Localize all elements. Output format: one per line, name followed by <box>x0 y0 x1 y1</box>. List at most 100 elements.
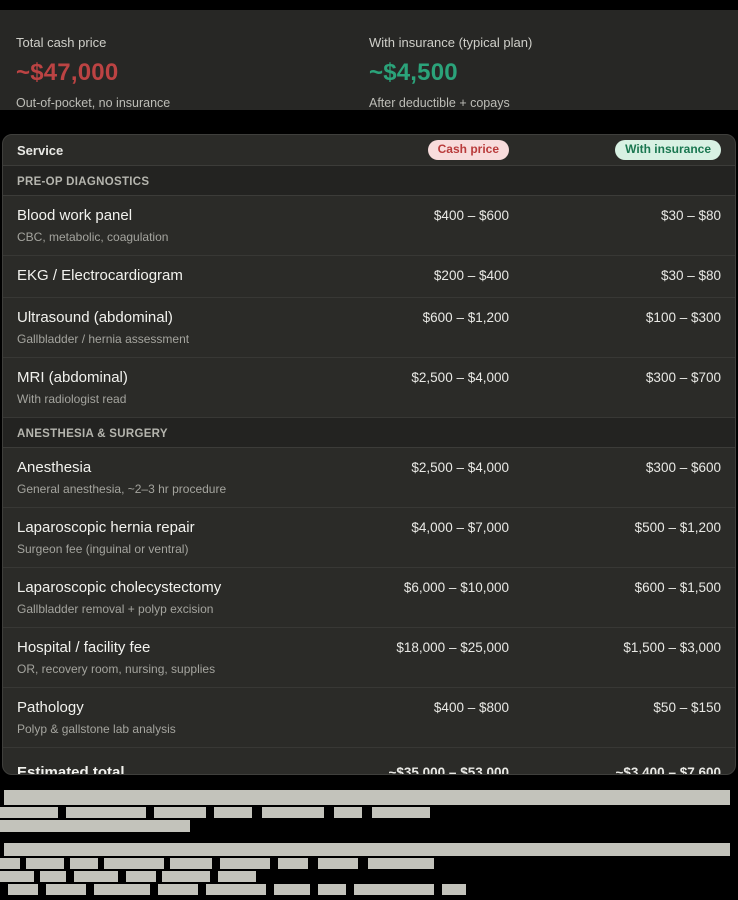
service-detail: Gallbladder removal + polyp excision <box>17 602 341 616</box>
obscured-text-fragment <box>262 807 324 818</box>
table-row: Blood work panel CBC, metabolic, coagulat… <box>3 196 735 256</box>
cash-summary: Total cash price ~$47,000 Out-of-pocket,… <box>16 35 369 110</box>
insurance-price-value: $600 – $1,500 <box>509 578 721 598</box>
insurance-price-value: $1,500 – $3,000 <box>509 638 721 658</box>
obscured-text-fragment <box>26 858 64 869</box>
insurance-summary-value: ~$4,500 <box>369 59 722 87</box>
service-cell: Laparoscopic cholecystectomy Gallbladder … <box>17 578 341 616</box>
cash-price-value: $4,000 – $7,000 <box>341 518 509 538</box>
insurance-summary-label: With insurance (typical plan) <box>369 35 722 50</box>
cash-price-value: $400 – $600 <box>341 206 509 226</box>
obscured-text-fragment <box>162 871 210 882</box>
service-cell: Laparoscopic hernia repair Surgeon fee (i… <box>17 518 341 556</box>
service-cell: Blood work panel CBC, metabolic, coagulat… <box>17 206 341 244</box>
obscured-text-fragment <box>0 807 58 818</box>
service-name: Laparoscopic hernia repair <box>17 518 341 538</box>
cash-price-value: ~$35,000 – $53,000 <box>341 763 509 775</box>
obscured-text-fragment <box>278 858 308 869</box>
obscured-text-fragment <box>154 807 206 818</box>
table-row: Laparoscopic hernia repair Surgeon fee (i… <box>3 508 735 568</box>
cash-price-value: $400 – $800 <box>341 698 509 718</box>
table-row: Anesthesia General anesthesia, ~2–3 hr pr… <box>3 448 735 508</box>
service-cell: MRI (abdominal)With radiologist read <box>17 368 341 406</box>
service-detail: OR, recovery room, nursing, supplies <box>17 662 341 676</box>
obscured-text-fragment <box>354 884 434 895</box>
cash-price-value: $600 – $1,200 <box>341 308 509 328</box>
obscured-text-fragment <box>74 871 118 882</box>
obscured-text-fragment <box>372 807 430 818</box>
insurance-price-value: ~$3,400 – $7,600 <box>509 763 721 775</box>
obscured-text-fragment <box>0 858 20 869</box>
service-detail: Polyp & gallstone lab analysis <box>17 722 341 736</box>
service-detail: CBC, metabolic, coagulation <box>17 230 341 244</box>
obscured-text-fragment <box>8 884 38 895</box>
table-row: PathologyPolyp & gallstone lab analysis$… <box>3 688 735 748</box>
insurance-price-value: $300 – $600 <box>509 458 721 478</box>
obscured-text-fragment <box>206 884 266 895</box>
cash-summary-value: ~$47,000 <box>16 59 369 87</box>
cash-price-value: $2,500 – $4,000 <box>341 458 509 478</box>
section-header-row: PRE-OP DIAGNOSTICS <box>3 166 735 196</box>
obscured-text-fragment <box>158 884 198 895</box>
table-body: PRE-OP DIAGNOSTICS Blood work panel CBC, m… <box>3 166 735 775</box>
insurance-summary-note: After deductible + copays <box>369 96 722 110</box>
service-cell: Pathology Polyp & gallstone lab analysis <box>17 698 341 736</box>
obscured-text-fragment <box>94 884 150 895</box>
obscured-text-fragment <box>368 858 434 869</box>
insurance-price-value: $50 – $150 <box>509 698 721 718</box>
table-row: MRI (abdominal)With radiologist read$2,5… <box>3 358 735 418</box>
estimated-total-row: Estimated total~$35,000 – $53,000~$3,400… <box>3 748 735 775</box>
cash-summary-label: Total cash price <box>16 35 369 50</box>
service-name: Estimated total <box>17 763 341 775</box>
obscured-text-fragment <box>104 858 164 869</box>
service-cell: EKG / Electrocardiogram <box>17 266 341 286</box>
service-cell: Hospital / facility fee OR, recovery room… <box>17 638 341 676</box>
table-row: Hospital / facility fee OR, recovery room… <box>3 628 735 688</box>
service-detail: Surgeon fee (inguinal or ventral) <box>17 542 341 556</box>
service-name: EKG / Electrocardiogram <box>17 266 341 286</box>
table-row: EKG / Electrocardiogram$200 – $400$30 – … <box>3 256 735 298</box>
obscured-text-fragment <box>220 858 270 869</box>
service-cell: Ultrasound (abdominal)Gallbladder / hern… <box>17 308 341 346</box>
section-header-row: ANESTHESIA & SURGERY <box>3 418 735 448</box>
obscured-text-fragment <box>318 884 346 895</box>
service-name: Hospital / facility fee <box>17 638 341 658</box>
insurance-summary: With insurance (typical plan) ~$4,500 Af… <box>369 35 722 110</box>
obscured-text-fragment <box>0 820 190 832</box>
obscured-text-fragment <box>218 871 256 882</box>
cash-price-value: $200 – $400 <box>341 266 509 286</box>
section-label: ANESTHESIA & SURGERY <box>17 428 168 440</box>
page: Total cash price ~$47,000 Out-of-pocket,… <box>0 0 738 900</box>
cost-table-card: Service Cash price With insurance PRE-OP… <box>2 134 736 775</box>
obscured-text-fragment <box>4 790 730 805</box>
service-name: Pathology <box>17 698 341 718</box>
obscured-text-fragment <box>0 871 34 882</box>
service-detail: General anesthesia, ~2–3 hr procedure <box>17 482 341 496</box>
obscured-text-fragment <box>40 871 66 882</box>
service-detail: Gallbladder / hernia assessment <box>17 332 341 346</box>
insurance-column-header: With insurance <box>509 140 721 160</box>
service-name: MRI (abdominal) <box>17 368 341 388</box>
obscured-text-fragment <box>4 843 730 856</box>
obscured-text-fragment <box>126 871 156 882</box>
service-cell: Anesthesia General anesthesia, ~2–3 hr pr… <box>17 458 341 496</box>
insurance-price-value: $500 – $1,200 <box>509 518 721 538</box>
table-header-row: Service Cash price With insurance <box>3 135 735 166</box>
insurance-price-value: $30 – $80 <box>509 206 721 226</box>
insurance-price-value: $100 – $300 <box>509 308 721 328</box>
cash-column-header: Cash price <box>341 140 509 160</box>
cost-summary-card: Total cash price ~$47,000 Out-of-pocket,… <box>0 10 738 110</box>
obscured-text-fragment <box>214 807 252 818</box>
service-name: Anesthesia <box>17 458 341 478</box>
cash-price-value: $6,000 – $10,000 <box>341 578 509 598</box>
insurance-price-value: $30 – $80 <box>509 266 721 286</box>
service-name: Blood work panel <box>17 206 341 226</box>
obscured-text-fragment <box>46 884 86 895</box>
obscured-text-fragment <box>334 807 362 818</box>
section-label: PRE-OP DIAGNOSTICS <box>17 176 149 188</box>
cash-price-value: $18,000 – $25,000 <box>341 638 509 658</box>
obscured-text-fragment <box>170 858 212 869</box>
with-insurance-badge: With insurance <box>615 140 721 160</box>
obscured-text-fragment <box>318 858 358 869</box>
service-name: Laparoscopic cholecystectomy <box>17 578 341 598</box>
